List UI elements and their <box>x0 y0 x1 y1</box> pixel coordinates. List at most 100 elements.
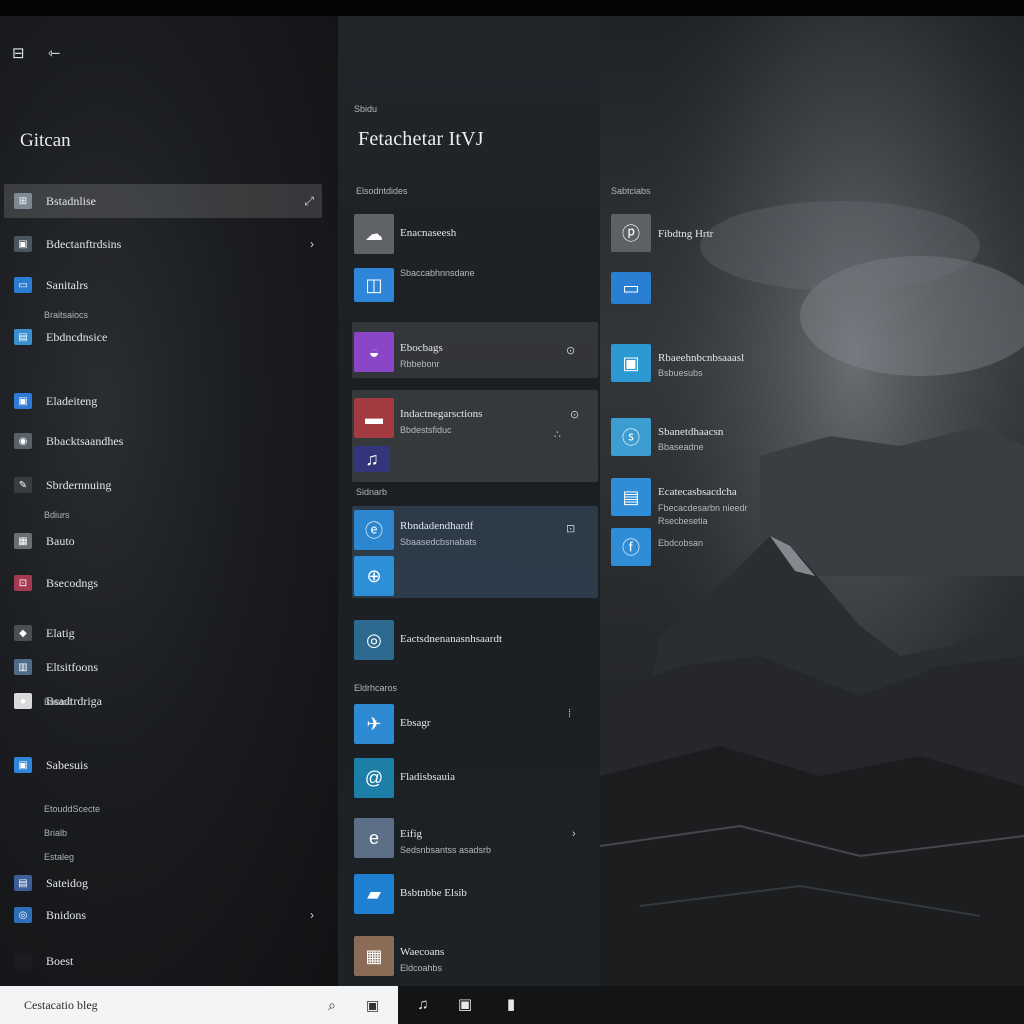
app-tile-icon[interactable]: ▰ <box>354 874 394 914</box>
nav-item-icon: ▦ <box>14 533 32 549</box>
nav-item-label: Bstadnlise <box>46 193 96 208</box>
nav-item-chevron-icon[interactable]: › <box>310 908 314 922</box>
window-top-edge <box>0 0 1024 16</box>
app-tile-icon[interactable]: ♫ <box>354 446 390 472</box>
nav-sub-label: Braitsaiocs <box>44 310 89 320</box>
app-tile-icon[interactable]: @ <box>354 758 394 798</box>
nav-item-label: Elatig <box>46 625 75 640</box>
app-tile-label[interactable]: Ebocbags <box>400 342 443 354</box>
app-tile-subtitle: Sbaccabhnnsdane <box>400 268 475 278</box>
app-tile-icon[interactable]: ▦ <box>354 936 394 976</box>
app-tile-icon[interactable]: ◎ <box>354 620 394 660</box>
nav-item-icon: ◎ <box>14 907 32 923</box>
app-tile-label[interactable]: Ebsagr <box>400 717 431 729</box>
nav-item[interactable]: ◎ Bnidons › <box>4 898 322 932</box>
app-tile-icon[interactable]: ⓢ <box>611 418 651 456</box>
app-tile-label[interactable]: Ecatecasbsacdcha <box>658 486 737 498</box>
nav-item-label: Eltsitfoons <box>46 659 99 674</box>
expand-icon[interactable]: ⊙ <box>570 408 579 421</box>
app-tile-icon[interactable]: ⓟ <box>611 214 651 252</box>
nav-item-icon: ▣ <box>14 757 32 773</box>
nav-item[interactable]: ⊞ Bstadnlise ⤢ <box>4 184 322 218</box>
nav-item-label: Sanitalrs <box>46 277 88 292</box>
taskbar-app-icon[interactable]: ▮ <box>500 992 522 1016</box>
app-tile-label[interactable]: Enacnaseesh <box>400 227 456 239</box>
expand-icon[interactable]: ⁞ <box>568 708 571 720</box>
app-tile-icon[interactable]: ▭ <box>611 272 651 304</box>
back-arrow-icon[interactable]: ⇽ <box>48 44 61 62</box>
nav-item[interactable]: ✎ Sbrdernnuing <box>4 468 322 502</box>
taskbar-app-icon[interactable]: ▣ <box>454 992 476 1016</box>
app-tile-label[interactable]: Fibdtng Hrtr <box>658 228 713 240</box>
app-tile-subtitle: Rbbebonr <box>400 359 440 369</box>
app-tile-label[interactable]: Waecoans <box>400 946 444 958</box>
nav-item-label: Bdectanftrdsins <box>46 236 122 251</box>
expand-icon[interactable]: ⊡ <box>566 522 575 535</box>
menu-icon[interactable]: ⊟ <box>12 44 25 62</box>
nav-item-label: Sbrdernnuing <box>46 477 112 492</box>
group-header-1: Elsodntdides <box>356 186 408 196</box>
app-tile-label[interactable]: Fladisbsauia <box>400 771 455 783</box>
app-tile-icon[interactable]: ☁ <box>354 214 394 254</box>
nav-sub-label: Estaleg <box>44 852 75 862</box>
nav-sub-label: EtouddScecte <box>44 804 101 814</box>
expand-icon[interactable]: ⊙ <box>566 344 575 357</box>
app-tile-label[interactable]: Indactnegarsctions <box>400 408 482 420</box>
search-icon[interactable]: ⌕ <box>328 997 336 1014</box>
nav-item[interactable]: ▥ Eltsitfoons <box>4 650 322 684</box>
badge-icon: ∴ <box>554 429 561 441</box>
left-pane-title: Gitcan <box>20 130 71 151</box>
nav-item[interactable]: ▭ Sanitalrs <box>4 268 322 302</box>
app-tile-icon[interactable]: ◫ <box>354 268 394 302</box>
nav-item[interactable]: ◆ Elatig <box>4 616 322 650</box>
app-tile-icon[interactable]: ⊕ <box>354 556 394 596</box>
nav-item-icon: ⊡ <box>14 575 32 591</box>
nav-item-label: Bauto <box>46 533 75 548</box>
nav-item[interactable]: Boest <box>4 944 322 978</box>
app-tile-icon[interactable]: ⓕ <box>611 528 651 566</box>
nav-item-icon: ⊞ <box>14 193 32 209</box>
nav-item-icon: ▤ <box>14 329 32 345</box>
nav-sub-label: Bdiurs <box>44 510 70 520</box>
app-tile-label[interactable]: Rbaeehnbcnbsaaasl <box>658 352 744 364</box>
nav-item[interactable]: ▣ Sabesuis <box>4 748 322 782</box>
nav-item[interactable]: ▣ Bdectanftrdsins › <box>4 227 322 261</box>
nav-item-chevron-icon[interactable]: ⤢ <box>304 194 314 209</box>
nav-item-label: Sateidog <box>46 875 88 890</box>
mid-section-label: Sbidu <box>354 104 378 114</box>
mountain-landscape <box>600 16 1024 986</box>
nav-item[interactable]: ▦ Bauto <box>4 524 322 558</box>
search-text: Cestacatio bleg <box>24 997 98 1012</box>
app-tile-icon[interactable]: ◒ <box>354 332 394 372</box>
page-title: Fetachetar ItVJ <box>358 128 484 150</box>
app-tile-icon[interactable]: ▤ <box>611 478 651 516</box>
nav-item[interactable]: ◉ Bbacktsaandhes <box>4 424 322 458</box>
app-tile-icon[interactable]: ▬ <box>354 398 394 438</box>
nav-item-chevron-icon[interactable]: › <box>310 237 314 251</box>
app-tile-subtitle: Bbaseadne <box>658 442 704 452</box>
app-tile-icon[interactable]: ▣ <box>611 344 651 382</box>
task-view-icon[interactable]: ▣ <box>366 997 379 1014</box>
nav-item-label: Bnidons <box>46 907 87 922</box>
taskbar-search-box[interactable]: Cestacatio bleg ⌕ ▣ <box>0 986 398 1024</box>
app-tile-label[interactable]: Sbanetdhaacsn <box>658 426 723 438</box>
app-tile-subtitle: Ebdcobsan <box>658 538 704 548</box>
app-tile-label[interactable]: Rbndadendhardf <box>400 520 473 532</box>
app-tile-icon[interactable]: e <box>354 818 394 858</box>
app-tile-subtitle: Sedsnbsantss asadsrb <box>400 845 492 855</box>
group-header-3: Eldrhcaros <box>354 683 398 693</box>
taskbar-app-icon[interactable]: ♫ <box>412 992 434 1016</box>
nav-item-icon: ● <box>14 693 32 709</box>
nav-item[interactable]: ▤ Ebdncdnsice <box>4 320 322 354</box>
app-tile-icon[interactable]: ✈ <box>354 704 394 744</box>
nav-item[interactable]: ▤ Sateidog <box>4 866 322 900</box>
nav-item[interactable]: ▣ Eladeiteng <box>4 384 322 418</box>
nav-item[interactable]: ⊡ Bsecodngs <box>4 566 322 600</box>
nav-item-icon: ◉ <box>14 433 32 449</box>
app-tile-label[interactable]: Bsbtnbbe Elsib <box>400 887 467 899</box>
app-tile-label[interactable]: Eifig <box>400 828 422 840</box>
nav-item-label: Sabesuis <box>46 757 88 772</box>
expand-icon[interactable]: › <box>572 828 576 840</box>
app-tile-label[interactable]: Eactsdnenanasnhsaardt <box>400 633 502 645</box>
app-tile-icon[interactable]: ⓔ <box>354 510 394 550</box>
